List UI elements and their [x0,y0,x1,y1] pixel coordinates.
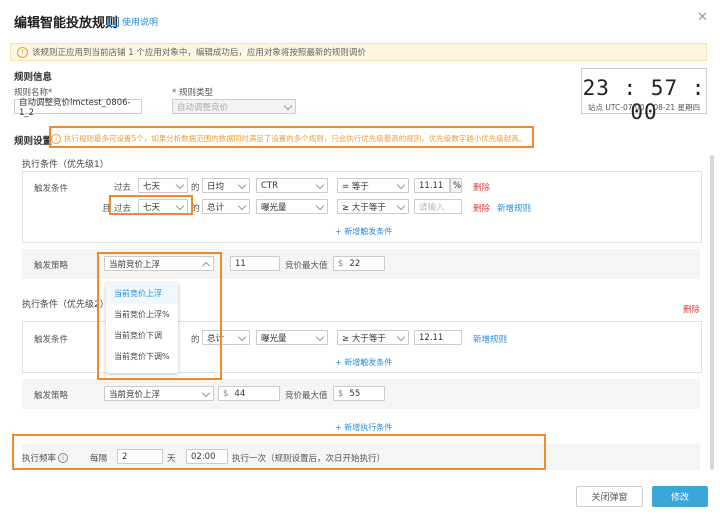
strategy-label: 触发策略 [34,261,69,271]
notice-banner: ! 该规则正应用到当前店铺 1 个应用对象中，编辑成功后，应用对象将按照最新的规… [10,43,707,61]
add-rule-link[interactable]: 新增规则 [497,202,531,214]
adjust-value-input[interactable]: $44 [218,386,280,401]
close-dialog-button[interactable]: 关闭弹窗 [576,486,643,507]
highlight-period [109,195,193,215]
operator-select[interactable]: = 等于 [337,178,409,193]
max-bid-input[interactable]: $22 [333,256,385,271]
period-select[interactable]: 七天 [138,178,188,193]
delete-link[interactable]: 删除 [473,181,490,193]
clock-timezone: 站点 UTC-07:00 [588,103,645,112]
dialog-title: 编辑智能投放规则 [14,16,119,31]
site-clock: 23 : 57 : 00 站点 UTC-07:00 08-21 星期四 [581,68,707,124]
scrollbar[interactable] [710,155,714,470]
rule-info-heading: 规则信息 [14,72,53,83]
strategy-label: 触发策略 [34,391,69,401]
highlight-dropdown [97,252,222,380]
add-rule-link[interactable]: 新增规则 [473,333,507,345]
metric-select[interactable]: 曝光量 [256,330,328,345]
info-icon: ! [17,46,28,58]
threshold-input[interactable]: 12.11 [414,330,462,345]
aggregate-select[interactable]: 总计 [202,199,250,214]
rule-type-label: * 规则类型 [172,88,213,98]
book-icon [108,16,119,27]
max-bid-label: 竞价最大值 [285,261,328,271]
add-trigger-link[interactable]: + 新增触发条件 [335,226,392,237]
notice-text: 该规则正应用到当前店铺 1 个应用对象中，编辑成功后，应用对象将按照最新的规则调… [32,48,366,58]
operator-select[interactable]: ≥ 大于等于 [337,199,409,214]
close-icon[interactable]: ✕ [697,10,708,25]
trigger-label: 触发条件 [34,184,69,194]
aggregate-select[interactable]: 日均 [202,178,250,193]
percent-unit: % [450,178,462,193]
add-exec-condition-link[interactable]: + 新增执行条件 [335,422,392,433]
adjust-value-input[interactable]: 11 [230,256,280,271]
submit-button[interactable]: 修改 [652,486,708,507]
threshold-input[interactable]: 11.11 [414,178,450,193]
add-trigger-link[interactable]: + 新增触发条件 [335,357,392,368]
max-bid-input[interactable]: $55 [333,386,385,401]
help-link[interactable]: 使用说明 [108,15,158,28]
operator-select[interactable]: ≥ 大于等于 [337,330,409,345]
clock-date: 08-21 星期四 [653,103,700,112]
trigger-label: 触发条件 [34,335,69,345]
help-link-label: 使用说明 [122,18,159,28]
max-bid-label: 竞价最大值 [285,391,328,401]
clock-time: 23 : 57 : 00 [582,76,706,124]
highlight-hint [49,126,534,148]
delete-link[interactable]: 删除 [473,202,490,214]
condition-2-title: 执行条件（优先级2） [22,300,109,310]
of-label: 的 [191,183,200,193]
rule-type-select: 自动调整竞价 [172,99,296,114]
delete-condition-link[interactable]: 删除 [683,303,700,315]
metric-select[interactable]: CTR [256,178,328,193]
past-label: 过去 [114,183,132,193]
threshold-input[interactable]: 请输入 [414,199,462,214]
highlight-frequency [12,434,546,470]
rule-settings-heading: 规则设置 [14,136,53,147]
metric-select[interactable]: 曝光量 [256,199,328,214]
strategy-select[interactable]: 当前竞价上浮 [104,386,214,401]
condition-1-title: 执行条件（优先级1） [22,160,109,170]
rule-name-input[interactable]: 自动调整竞价lmctest_0806-1_2 [14,98,142,118]
